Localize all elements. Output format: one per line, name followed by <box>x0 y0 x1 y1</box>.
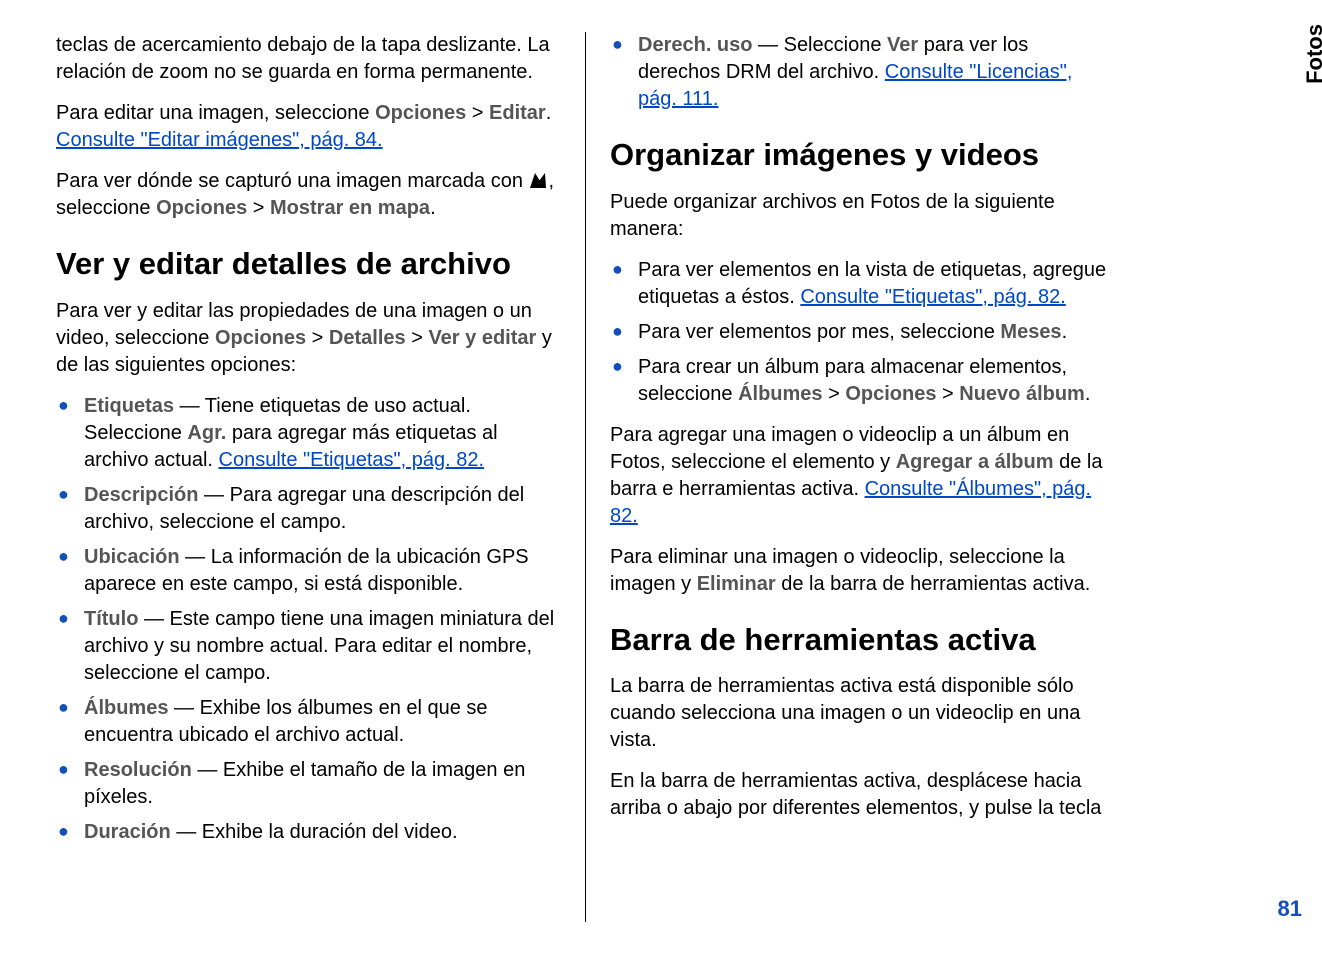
columns: teclas de acercamiento debajo de la tapa… <box>0 0 1322 954</box>
text: . <box>1085 383 1091 405</box>
ui-label: Opciones <box>156 197 247 219</box>
page: teclas de acercamiento debajo de la tapa… <box>0 0 1322 954</box>
heading-organizar: Organizar imágenes y videos <box>610 137 1116 173</box>
ui-label: Editar <box>489 102 546 124</box>
ui-label: Mostrar en mapa <box>270 197 430 219</box>
list-item: Derech. uso — Seleccione Ver para ver lo… <box>610 32 1116 113</box>
text: > <box>306 327 329 349</box>
para: En la barra de herramientas activa, desp… <box>610 768 1116 822</box>
ui-label: Eliminar <box>697 573 776 595</box>
page-number: 81 <box>1278 896 1302 922</box>
text: — Exhibe la duración del video. <box>171 821 458 843</box>
list-item: Etiquetas — Tiene etiquetas de uso actua… <box>56 393 561 474</box>
ui-label: Ver <box>887 34 918 56</box>
ui-label: Agr. <box>187 422 226 444</box>
column-left: teclas de acercamiento debajo de la tapa… <box>56 32 586 922</box>
geotag-icon <box>529 171 547 189</box>
list-item: Para crear un álbum para almacenar eleme… <box>610 354 1116 408</box>
text: . <box>430 197 436 219</box>
detail-options-list-cont: Derech. uso — Seleccione Ver para ver lo… <box>610 32 1116 113</box>
heading-barra: Barra de herramientas activa <box>610 622 1116 658</box>
text: Para ver dónde se capturó una imagen mar… <box>56 170 529 192</box>
link-editar-imagenes[interactable]: Consulte "Editar imágenes", pág. 84. <box>56 129 383 151</box>
item-label: Duración <box>84 821 171 843</box>
ui-label: Álbumes <box>738 383 822 405</box>
text: > <box>936 383 959 405</box>
item-label: Título <box>84 608 138 630</box>
list-item: Resolución — Exhibe el tamaño de la imag… <box>56 757 561 811</box>
link-etiquetas[interactable]: Consulte "Etiquetas", pág. 82. <box>219 449 484 471</box>
para: Puede organizar archivos en Fotos de la … <box>610 189 1116 243</box>
text: > <box>466 102 489 124</box>
item-label: Etiquetas <box>84 395 174 417</box>
text: — Seleccione <box>752 34 887 56</box>
ui-label: Nuevo álbum <box>959 383 1085 405</box>
text: > <box>406 327 429 349</box>
para: Para ver y editar las propiedades de una… <box>56 298 561 379</box>
item-label: Resolución <box>84 759 192 781</box>
list-item: Para ver elementos en la vista de etique… <box>610 257 1116 311</box>
ui-label: Opciones <box>215 327 306 349</box>
list-item: Para ver elementos por mes, seleccione M… <box>610 319 1116 346</box>
para: Para agregar una imagen o videoclip a un… <box>610 422 1116 530</box>
text: > <box>247 197 270 219</box>
column-right: Derech. uso — Seleccione Ver para ver lo… <box>586 32 1116 922</box>
list-item: Título — Este campo tiene una imagen min… <box>56 606 561 687</box>
para: Para ver dónde se capturó una imagen mar… <box>56 168 561 222</box>
ui-label: Opciones <box>375 102 466 124</box>
list-item: Ubicación — La información de la ubicaci… <box>56 544 561 598</box>
para: Para editar una imagen, seleccione Opcio… <box>56 100 561 154</box>
page-sidebar: Fotos 81 <box>1252 0 1302 954</box>
text: de la barra de herramientas activa. <box>776 573 1091 595</box>
text: . <box>546 102 552 124</box>
detail-options-list: Etiquetas — Tiene etiquetas de uso actua… <box>56 393 561 846</box>
list-item: Duración — Exhibe la duración del video. <box>56 819 561 846</box>
text: > <box>823 383 846 405</box>
ui-label: Agregar a álbum <box>896 451 1054 473</box>
text: Para editar una imagen, seleccione <box>56 102 375 124</box>
para: La barra de herramientas activa está dis… <box>610 673 1116 754</box>
para: Para eliminar una imagen o videoclip, se… <box>610 544 1116 598</box>
section-tab: Fotos <box>1302 24 1322 84</box>
item-label: Álbumes <box>84 697 168 719</box>
text: . <box>1062 321 1068 343</box>
heading-ver-editar: Ver y editar detalles de archivo <box>56 246 561 282</box>
item-label: Derech. uso <box>638 34 752 56</box>
list-item: Álbumes — Exhibe los álbumes en el que s… <box>56 695 561 749</box>
link-etiquetas[interactable]: Consulte "Etiquetas", pág. 82. <box>800 286 1065 308</box>
ui-label: Detalles <box>329 327 406 349</box>
para: teclas de acercamiento debajo de la tapa… <box>56 32 561 86</box>
ui-label: Meses <box>1000 321 1061 343</box>
text: — Este campo tiene una imagen miniatura … <box>84 608 554 684</box>
ui-label: Ver y editar <box>428 327 536 349</box>
list-item: Descripción — Para agregar una descripci… <box>56 482 561 536</box>
text: Para ver elementos por mes, seleccione <box>638 321 1000 343</box>
organize-list: Para ver elementos en la vista de etique… <box>610 257 1116 408</box>
item-label: Descripción <box>84 484 198 506</box>
ui-label: Opciones <box>845 383 936 405</box>
item-label: Ubicación <box>84 546 180 568</box>
